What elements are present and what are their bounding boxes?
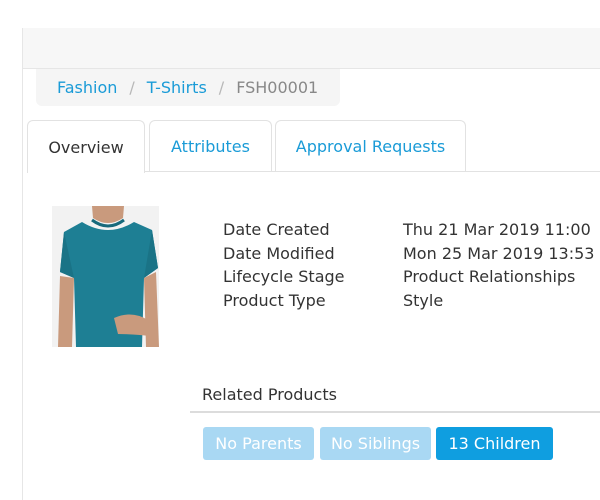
tab-approval-requests-label: Approval Requests <box>295 136 446 156</box>
related-products-title: Related Products <box>202 385 337 404</box>
tab-attributes-label: Attributes <box>171 136 250 156</box>
related-products-divider <box>190 411 600 413</box>
tab-bar: Overview Attributes Approval Requests <box>27 120 600 173</box>
detail-value: Style <box>403 290 444 310</box>
tab-attributes[interactable]: Attributes <box>149 120 272 171</box>
children-button[interactable]: 13 Children <box>436 427 553 460</box>
detail-value: Mon 25 Mar 2019 13:53 <box>403 243 595 263</box>
product-image <box>52 206 159 347</box>
breadcrumb: Fashion / T-Shirts / FSH00001 <box>36 69 341 106</box>
page-left-border <box>22 28 23 500</box>
detail-label: Product Type <box>223 290 326 310</box>
detail-label: Date Created <box>223 220 330 239</box>
tab-overview-label: Overview <box>48 137 124 157</box>
breadcrumb-separator: / <box>218 78 225 97</box>
detail-row-product-type: Product Type Style <box>223 289 594 313</box>
detail-label: Lifecycle Stage <box>223 267 345 286</box>
breadcrumb-current: FSH00001 <box>236 78 319 97</box>
detail-label: Date Modified <box>223 243 335 263</box>
breadcrumb-link-fashion[interactable]: Fashion <box>57 78 117 97</box>
breadcrumb-link-tshirts[interactable]: T-Shirts <box>147 78 207 97</box>
tab-overview[interactable]: Overview <box>27 120 145 173</box>
detail-value: Thu 21 Mar 2019 11:00 <box>403 220 591 239</box>
detail-row-date-created: Date Created Thu 21 Mar 2019 11:00 <box>223 218 594 242</box>
product-details: Date Created Thu 21 Mar 2019 11:00 Date M… <box>223 218 594 312</box>
no-parents-button[interactable]: No Parents <box>203 427 314 460</box>
top-header-band <box>23 28 600 69</box>
breadcrumb-separator: / <box>129 78 135 97</box>
no-siblings-button[interactable]: No Siblings <box>320 427 431 460</box>
detail-row-date-modified: Date Modified Mon 25 Mar 2019 13:53 <box>223 242 594 266</box>
detail-row-lifecycle-stage: Lifecycle Stage Product Relationships <box>223 265 594 289</box>
product-photo-tshirt-icon <box>52 206 159 347</box>
tab-approval-requests[interactable]: Approval Requests <box>275 120 466 171</box>
detail-value: Product Relationships <box>403 267 576 286</box>
